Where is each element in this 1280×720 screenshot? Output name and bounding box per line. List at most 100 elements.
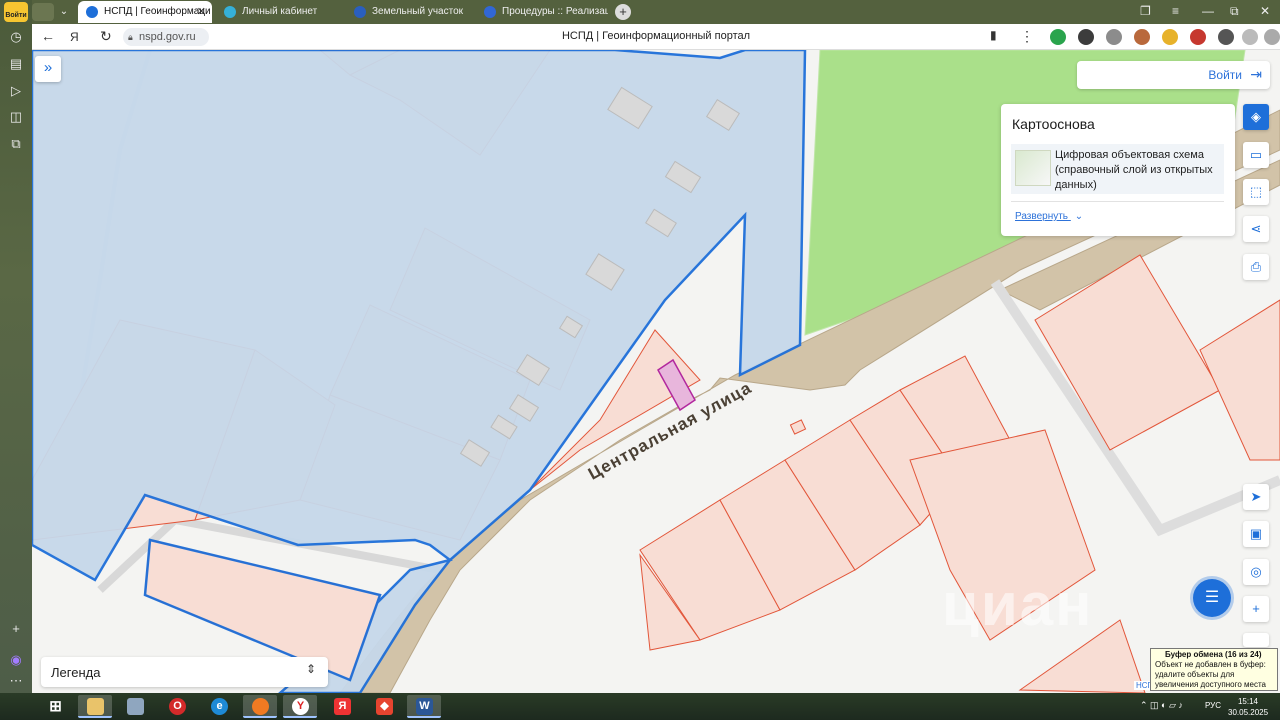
extension-badge-icon[interactable]	[1050, 29, 1066, 45]
login-button[interactable]: Войти ⇥	[1077, 61, 1270, 89]
expand-link[interactable]: Развернуть ⌄	[1015, 211, 1083, 222]
login-label: Войти	[1208, 68, 1242, 82]
word-icon: W	[416, 698, 433, 715]
tab-label: Процедуры :: Реализаци	[502, 6, 608, 17]
folder-icon	[87, 698, 104, 715]
locate-button[interactable]: ➤	[1243, 484, 1269, 510]
minimap-button[interactable]: ▣	[1243, 521, 1269, 547]
nspd-favicon-icon	[86, 6, 98, 18]
geo-search-button[interactable]: ◎	[1243, 559, 1269, 585]
bookmark-icon[interactable]: ▮	[990, 28, 997, 42]
basemap-title: Картооснова	[1012, 116, 1095, 132]
reload-icon[interactable]: ↻	[100, 28, 112, 45]
menu-icon[interactable]: ≡	[1172, 4, 1179, 18]
watermark: циан	[942, 571, 1094, 638]
globe-icon[interactable]	[1106, 29, 1122, 45]
yandex-browser-icon: Y	[292, 698, 309, 715]
extension-icon[interactable]	[1134, 29, 1150, 45]
expand-panel-button[interactable]: »	[35, 56, 61, 82]
gosuslugi-favicon-icon	[224, 6, 236, 18]
close-window-icon[interactable]: ✕	[1260, 4, 1270, 18]
extension-dark-icon[interactable]	[1218, 29, 1234, 45]
extension-red-icon[interactable]	[1190, 29, 1206, 45]
chat-button[interactable]: ☰	[1184, 575, 1239, 620]
opera-app[interactable]: O	[160, 695, 194, 718]
tab-label: Земельный участок	[372, 6, 464, 17]
yandex-icon[interactable]: Я	[70, 30, 79, 44]
url-field[interactable]: 🔒︎ nspd.gov.ru	[123, 28, 209, 46]
address-bar: ← Я ↻ 🔒︎ nspd.gov.ru НСПД | Геоинформаци…	[32, 24, 1280, 50]
calculator-app[interactable]	[118, 695, 152, 718]
map-canvas[interactable]: Центральная улица циан » Войти ⇥ Картоос…	[32, 50, 1280, 693]
ie-app[interactable]: e	[202, 695, 236, 718]
ie-icon: e	[211, 698, 228, 715]
kebab-menu-icon[interactable]: ⋮	[1020, 28, 1034, 45]
expand-link-label: Развернуть	[1015, 211, 1069, 222]
legend-toggle[interactable]: Легенда ⇕	[41, 657, 328, 687]
more-icon[interactable]: ⋯	[7, 672, 25, 690]
layer-name: Цифровая объектовая схема (справочный сл…	[1055, 149, 1213, 191]
new-tab-button[interactable]: +	[615, 4, 631, 20]
toast-title: Буфер обмена (16 из 24)	[1165, 650, 1262, 659]
basemap-panel: Картооснова Цифровая объектовая схема (с…	[1001, 104, 1235, 236]
fruit-icon[interactable]	[1162, 29, 1178, 45]
divider	[1011, 201, 1224, 202]
print-button[interactable]: ⎙	[1243, 254, 1269, 280]
select-area-button[interactable]: ⬚	[1243, 179, 1269, 205]
restore-icon[interactable]: ⧉	[1230, 4, 1239, 19]
minimize-icon[interactable]: —	[1202, 4, 1214, 18]
history-icon[interactable]: ◷	[7, 28, 25, 46]
clock[interactable]: 15:14 30.05.2025	[1228, 696, 1268, 718]
add-panel-icon[interactable]: +	[7, 620, 25, 638]
sign-in-icon: ⇥	[1250, 66, 1262, 82]
profile-icon[interactable]	[1264, 29, 1280, 45]
clock-date: 30.05.2025	[1228, 708, 1269, 717]
tab-land-plot[interactable]: Земельный участок	[346, 1, 472, 23]
tab-label: Личный кабинет	[242, 6, 318, 17]
ruler-button[interactable]: ▭	[1243, 142, 1269, 168]
word-app[interactable]: W	[407, 695, 441, 718]
chevron-down-icon: ⌄	[1074, 211, 1084, 222]
explorer-app[interactable]	[78, 695, 112, 718]
collections-tab-icon[interactable]: ❐	[1140, 4, 1151, 18]
layer-thumbnail-icon	[1015, 150, 1051, 186]
expand-arrows-icon: ⇕	[305, 662, 316, 676]
alice-icon[interactable]: ◉	[7, 651, 25, 669]
back-icon[interactable]: ←	[41, 28, 55, 44]
yandex-icon: Я	[334, 698, 351, 715]
app-icon[interactable]: ◫	[7, 108, 25, 126]
collections-icon[interactable]: ⧉	[7, 135, 25, 153]
browser-sidebar: Войти ◷ ▤ ▷ ◫ ⧉ + ◉ ⋯	[0, 0, 32, 693]
firefox-icon	[252, 698, 269, 715]
basemap-layer-option[interactable]: Цифровая объектовая схема (справочный сл…	[1011, 144, 1224, 194]
play-icon[interactable]: ▷	[7, 82, 25, 100]
opera-icon: O	[169, 698, 186, 715]
tray-icons[interactable]: ⌃ ◫ ◐ ▱ ♪	[1140, 700, 1183, 711]
toast-message: Объект не добавлен в буфер: удалите объе…	[1155, 660, 1266, 689]
layers-button[interactable]: ◈	[1243, 104, 1269, 130]
taskbar: ⊞ O e Y Я ◆ W ⌃ ◫ ◐ ▱ ♪ РУС 15:14 30.05.…	[0, 693, 1280, 720]
firefox-app[interactable]	[243, 695, 277, 718]
share-button[interactable]: ⋖	[1243, 216, 1269, 242]
land-favicon-icon	[354, 6, 366, 18]
close-tab-icon[interactable]: ✕	[197, 1, 206, 23]
tab-procedures[interactable]: Процедуры :: Реализаци	[476, 1, 608, 23]
chevron-down-icon[interactable]: ⌄	[56, 1, 72, 23]
notes-icon[interactable]: ▤	[7, 55, 25, 73]
zoom-out-button[interactable]	[1243, 633, 1269, 647]
tab-cabinet[interactable]: Личный кабинет	[216, 1, 342, 23]
yandex-browser-app[interactable]: Y	[283, 695, 317, 718]
zoom-in-button[interactable]: +	[1243, 596, 1269, 622]
lock-icon: 🔒︎	[128, 32, 133, 42]
start-button[interactable]: ⊞	[38, 695, 72, 718]
tab-nspd[interactable]: НСПД | Геоинформаци ✕	[78, 1, 212, 23]
yandex-login-badge[interactable]: Войти	[4, 2, 28, 22]
adguard-icon[interactable]	[1078, 29, 1094, 45]
download-icon[interactable]	[1242, 29, 1258, 45]
anydesk-app[interactable]: ◆	[367, 695, 401, 718]
calculator-icon	[127, 698, 144, 715]
anydesk-icon: ◆	[376, 698, 393, 715]
yandex-app[interactable]: Я	[325, 695, 359, 718]
tab-manager-icon[interactable]	[32, 3, 54, 21]
language-indicator[interactable]: РУС	[1205, 701, 1221, 710]
